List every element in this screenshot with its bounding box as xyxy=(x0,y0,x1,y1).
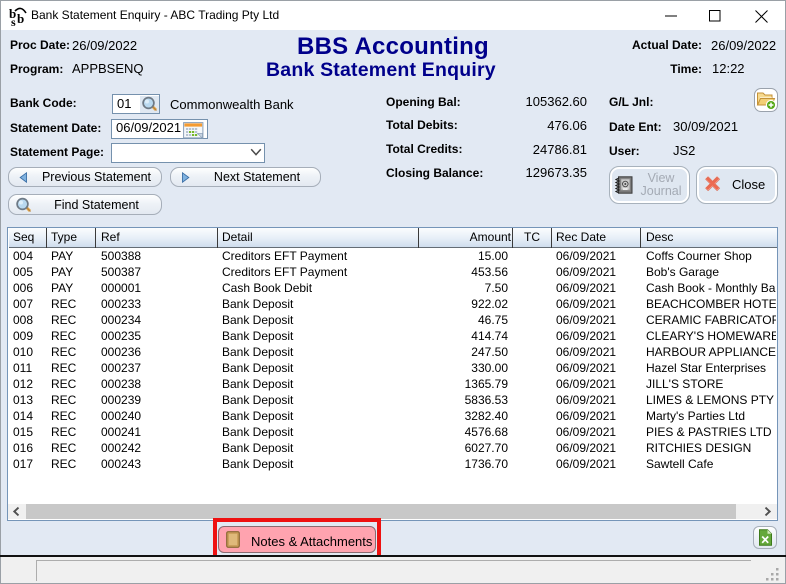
svg-text:s: s xyxy=(11,15,16,28)
svg-text:b: b xyxy=(17,11,24,26)
